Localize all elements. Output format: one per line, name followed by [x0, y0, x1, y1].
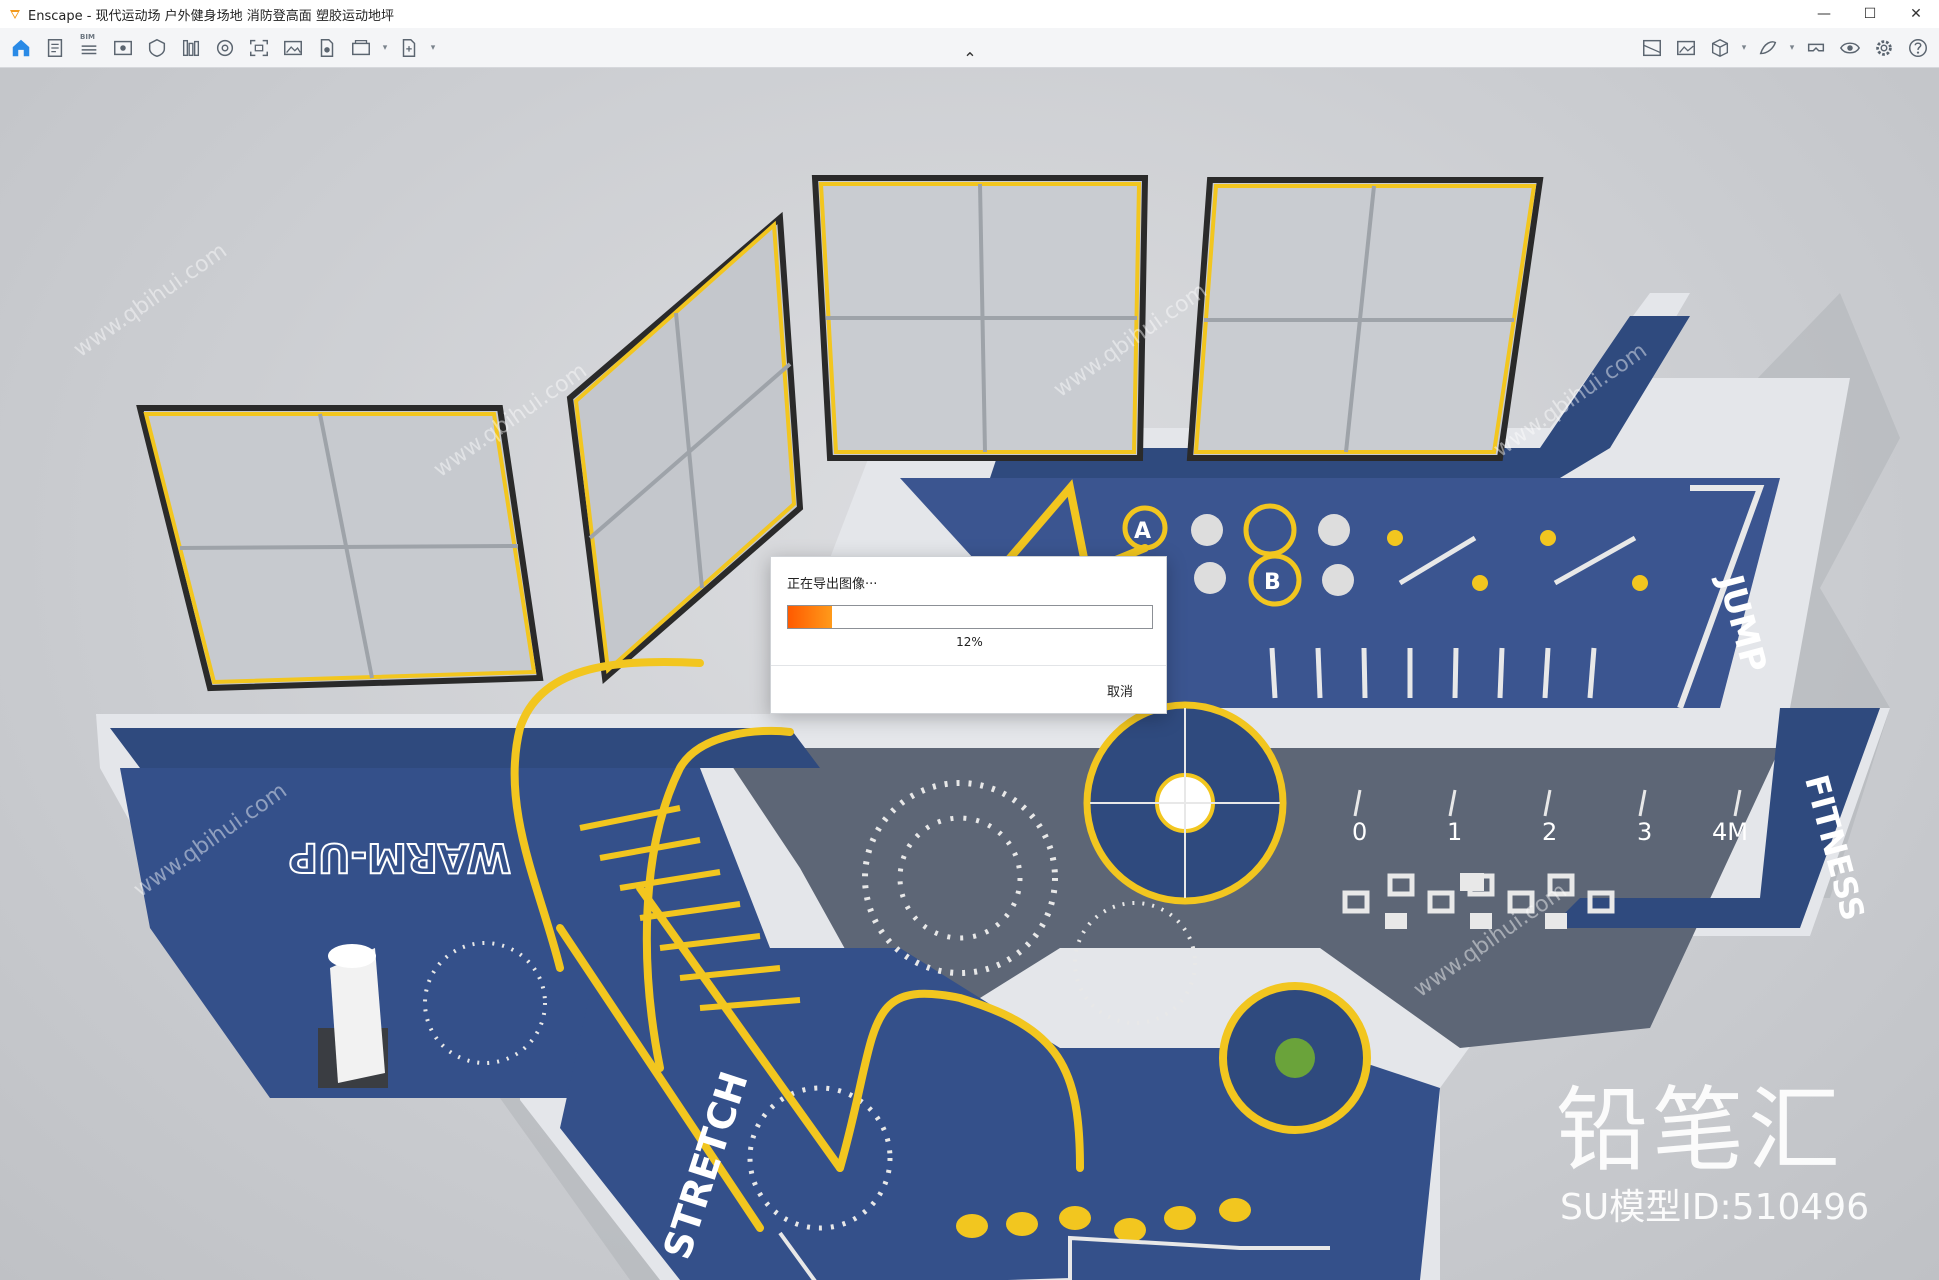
- dialog-title: 正在导出图像···: [787, 577, 878, 592]
- ruler-label-2: 2: [1542, 818, 1557, 846]
- toolbar-right-group: ▾ ▾: [1637, 33, 1933, 63]
- chevron-down-icon[interactable]: ▾: [1739, 33, 1749, 63]
- jump-letter-b: B: [1264, 570, 1281, 595]
- jump-letter-a: A: [1134, 519, 1151, 544]
- visibility-button[interactable]: [142, 33, 172, 63]
- settings-button[interactable]: [1869, 33, 1899, 63]
- image-button[interactable]: [278, 33, 308, 63]
- gallery-button[interactable]: [1671, 33, 1701, 63]
- chevron-down-icon[interactable]: ▾: [428, 33, 438, 63]
- render-icon: [320, 39, 334, 57]
- left-running-strip: [110, 728, 820, 768]
- document-icon: [47, 39, 63, 57]
- export-exe-icon: [402, 39, 416, 57]
- bim-button[interactable]: BIM: [74, 33, 104, 63]
- title-bar: Enscape - 现代运动场 户外健身场地 消防登高面 塑胶运动地坪 — ☐ …: [0, 0, 1939, 28]
- minimize-button[interactable]: —: [1801, 0, 1847, 28]
- asset-icon: [216, 39, 234, 57]
- library-button[interactable]: [176, 33, 206, 63]
- export-exe-button[interactable]: [394, 33, 424, 63]
- export-progress-dialog: 正在导出图像··· 12% 取消: [770, 556, 1167, 714]
- target-circle: [1083, 701, 1287, 905]
- image-icon: [284, 40, 302, 56]
- eye-button[interactable]: [1835, 33, 1865, 63]
- screenshot-icon: [250, 39, 268, 57]
- toolbar-left-group: BIM ▾ ▾: [6, 33, 438, 63]
- toolbar-collapse-toggle[interactable]: ⌃: [958, 48, 982, 68]
- document-button[interactable]: [40, 33, 70, 63]
- cube-button[interactable]: [1705, 33, 1735, 63]
- progress-bar: [787, 605, 1153, 629]
- ruler-label-0: 0: [1352, 818, 1367, 846]
- dialog-divider: [771, 665, 1166, 666]
- chevron-down-icon[interactable]: ▾: [1787, 33, 1797, 63]
- library-icon: [182, 39, 200, 57]
- view-icon: [114, 40, 132, 56]
- gallery-icon: [1677, 40, 1695, 56]
- glass-panel-3: [811, 175, 1149, 461]
- chevron-down-icon[interactable]: ▾: [380, 33, 390, 63]
- cube-icon: [1711, 38, 1729, 58]
- enscape-logo-icon: [10, 10, 20, 19]
- view-button[interactable]: [108, 33, 138, 63]
- asset-button[interactable]: [210, 33, 240, 63]
- window-controls: — ☐ ✕: [1801, 0, 1939, 28]
- vr-icon: [1807, 43, 1825, 52]
- progress-percent: 12%: [956, 635, 983, 649]
- batch-button[interactable]: [346, 33, 376, 63]
- ruler-label-3: 3: [1637, 818, 1652, 846]
- help-icon: [1909, 39, 1927, 57]
- close-button[interactable]: ✕: [1893, 0, 1939, 28]
- cancel-button[interactable]: 取消: [1090, 677, 1150, 703]
- maximize-button[interactable]: ☐: [1847, 0, 1893, 28]
- bim-tag: BIM: [80, 33, 95, 41]
- visibility-icon: [148, 38, 166, 58]
- warmup-label: WARM-UP: [289, 834, 511, 880]
- material-button[interactable]: [1753, 33, 1783, 63]
- glass-panel-1: [136, 405, 544, 692]
- watermark-model-id: SU模型ID:510496: [1560, 1187, 1870, 1228]
- ruler-label-4m: 4M: [1712, 818, 1748, 846]
- vr-button[interactable]: [1801, 33, 1831, 63]
- watermark-brand: 铅笔汇: [1556, 1077, 1845, 1184]
- map-icon: [1643, 39, 1661, 57]
- material-icon: [1759, 41, 1777, 55]
- batch-icon: [352, 40, 370, 56]
- render-button[interactable]: [312, 33, 342, 63]
- settings-icon: [1876, 40, 1892, 56]
- ruler-label-1: 1: [1447, 818, 1462, 846]
- glass-panel-4: [1186, 177, 1544, 461]
- screenshot-button[interactable]: [244, 33, 274, 63]
- green-circle: [1219, 982, 1371, 1134]
- home-icon: [12, 39, 30, 57]
- map-button[interactable]: [1637, 33, 1667, 63]
- eye-icon: [1839, 42, 1861, 54]
- home-button[interactable]: [6, 33, 36, 63]
- window-title: Enscape - 现代运动场 户外健身场地 消防登高面 塑胶运动地坪: [28, 8, 394, 24]
- progress-bar-fill: [788, 606, 832, 628]
- help-button[interactable]: [1903, 33, 1933, 63]
- glass-panel-2: [566, 211, 804, 684]
